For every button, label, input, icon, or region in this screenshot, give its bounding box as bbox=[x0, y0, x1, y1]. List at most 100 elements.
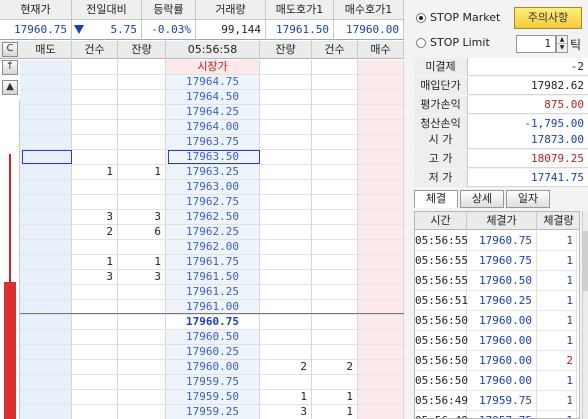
orderbook-row[interactable]: 17959.75 bbox=[20, 375, 404, 390]
price-cell[interactable]: 17959.50 bbox=[166, 390, 260, 405]
buy-order-cell[interactable] bbox=[358, 255, 404, 270]
price-cell[interactable]: 17964.75 bbox=[166, 75, 260, 90]
sell-order-cell[interactable] bbox=[20, 390, 72, 405]
orderbook-row[interactable]: 2 6 17962.25 bbox=[20, 225, 404, 240]
caution-button[interactable]: 주의사항 bbox=[514, 7, 582, 29]
c-button[interactable]: C bbox=[2, 42, 18, 57]
scrollbar-thumb[interactable] bbox=[583, 231, 588, 291]
orderbook-row[interactable]: 3 3 17962.50 bbox=[20, 210, 404, 225]
buy-order-cell[interactable] bbox=[358, 405, 404, 419]
price-cell[interactable]: 17962.75 bbox=[166, 195, 260, 210]
price-cell[interactable]: 17962.50 bbox=[166, 210, 260, 225]
orderbook-row[interactable]: 3 3 17961.50 bbox=[20, 270, 404, 285]
stop-market-radio[interactable] bbox=[416, 13, 426, 23]
sell-order-cell[interactable] bbox=[20, 60, 72, 75]
buy-order-cell[interactable] bbox=[358, 105, 404, 120]
price-cell[interactable]: 17964.50 bbox=[166, 90, 260, 105]
price-cell[interactable]: 17960.75 bbox=[166, 315, 260, 330]
buy-order-cell[interactable] bbox=[358, 120, 404, 135]
buy-order-cell[interactable] bbox=[358, 90, 404, 105]
orderbook-row[interactable]: 17964.25 bbox=[20, 105, 404, 120]
sell-order-cell[interactable] bbox=[20, 120, 72, 135]
orderbook-row[interactable]: 17960.25 bbox=[20, 345, 404, 360]
orderbook-row[interactable]: 17961.25 bbox=[20, 285, 404, 300]
orderbook-row[interactable]: 17963.00 bbox=[20, 180, 404, 195]
price-cell[interactable]: 17961.75 bbox=[166, 255, 260, 270]
price-cell[interactable]: 17960.50 bbox=[166, 330, 260, 345]
orderbook-row[interactable]: 17963.75 bbox=[20, 135, 404, 150]
price-cell[interactable]: 17959.25 bbox=[166, 405, 260, 419]
orderbook-row[interactable]: 시장가 bbox=[20, 60, 404, 75]
orderbook-row[interactable]: 17962.75 bbox=[20, 195, 404, 210]
sell-order-cell[interactable] bbox=[20, 285, 72, 300]
buy-order-cell[interactable] bbox=[358, 60, 404, 75]
orderbook-row[interactable]: 17959.50 1 1 bbox=[20, 390, 404, 405]
orderbook-row[interactable]: 17964.50 bbox=[20, 90, 404, 105]
buy-order-cell[interactable] bbox=[358, 345, 404, 360]
price-cell[interactable]: 17962.00 bbox=[166, 240, 260, 255]
buy-order-cell[interactable] bbox=[358, 135, 404, 150]
orderbook-row[interactable]: 17964.00 bbox=[20, 120, 404, 135]
orderbook-row[interactable]: 1 1 17963.25 bbox=[20, 165, 404, 180]
sell-order-cell[interactable] bbox=[20, 75, 72, 90]
scroll-top-button[interactable]: ▲ bbox=[2, 80, 18, 95]
buy-order-cell[interactable] bbox=[358, 330, 404, 345]
price-cell[interactable]: 17964.25 bbox=[166, 105, 260, 120]
buy-order-cell[interactable] bbox=[358, 285, 404, 300]
price-cell[interactable]: 시장가 bbox=[166, 60, 260, 75]
orderbook-row[interactable]: 17959.25 3 1 bbox=[20, 405, 404, 419]
price-cell[interactable]: 17963.00 bbox=[166, 180, 260, 195]
sell-order-cell[interactable] bbox=[20, 240, 72, 255]
price-cell[interactable]: 17962.25 bbox=[166, 225, 260, 240]
price-cell[interactable]: 17961.50 bbox=[166, 270, 260, 285]
price-cell[interactable]: 17963.75 bbox=[166, 135, 260, 150]
orderbook-row[interactable]: 17962.00 bbox=[20, 240, 404, 255]
buy-order-cell[interactable] bbox=[358, 180, 404, 195]
tick-input[interactable]: 1 bbox=[516, 35, 556, 53]
stepper-down-icon[interactable]: ▼ bbox=[557, 44, 567, 52]
price-cell[interactable]: 17959.75 bbox=[166, 375, 260, 390]
tick-stepper[interactable]: ▲ ▼ bbox=[556, 35, 568, 53]
price-cell[interactable]: 17960.25 bbox=[166, 345, 260, 360]
sell-order-cell[interactable] bbox=[20, 225, 72, 240]
price-cell[interactable]: 17963.50 bbox=[166, 150, 260, 165]
price-cell[interactable]: 17964.00 bbox=[166, 120, 260, 135]
scroll-up-button[interactable]: ↑ bbox=[2, 60, 18, 75]
buy-order-cell[interactable] bbox=[358, 240, 404, 255]
buy-order-cell[interactable] bbox=[358, 210, 404, 225]
stop-limit-radio[interactable] bbox=[416, 38, 426, 48]
fills-scrollbar[interactable] bbox=[582, 211, 588, 419]
buy-order-cell[interactable] bbox=[358, 270, 404, 285]
price-cell[interactable]: 17960.00 bbox=[166, 360, 260, 375]
sell-order-cell[interactable] bbox=[20, 90, 72, 105]
buy-order-cell[interactable] bbox=[358, 315, 404, 330]
buy-order-cell[interactable] bbox=[358, 390, 404, 405]
orderbook-row[interactable]: 17960.75 bbox=[20, 315, 404, 330]
sell-order-cell[interactable] bbox=[20, 165, 72, 180]
sell-order-cell[interactable] bbox=[20, 180, 72, 195]
sell-order-cell[interactable] bbox=[20, 270, 72, 285]
sell-order-cell[interactable] bbox=[20, 210, 72, 225]
buy-order-cell[interactable] bbox=[358, 75, 404, 90]
buy-order-cell[interactable] bbox=[358, 360, 404, 375]
sell-order-cell[interactable] bbox=[20, 105, 72, 120]
orderbook-row[interactable]: 17960.50 bbox=[20, 330, 404, 345]
buy-order-cell[interactable] bbox=[358, 195, 404, 210]
buy-order-cell[interactable] bbox=[358, 225, 404, 240]
orderbook-row[interactable]: 17964.75 bbox=[20, 75, 404, 90]
orderbook-row[interactable]: 1 1 17961.75 bbox=[20, 255, 404, 270]
sell-order-cell[interactable] bbox=[20, 360, 72, 375]
sell-order-cell[interactable] bbox=[20, 135, 72, 150]
buy-order-cell[interactable] bbox=[358, 375, 404, 390]
buy-order-cell[interactable] bbox=[358, 150, 404, 165]
price-cell[interactable]: 17963.25 bbox=[166, 165, 260, 180]
sell-order-cell[interactable] bbox=[20, 195, 72, 210]
sell-order-cell[interactable] bbox=[20, 330, 72, 345]
tab-detail[interactable]: 상세 bbox=[460, 190, 504, 208]
orderbook-row[interactable]: 17963.50 bbox=[20, 150, 404, 165]
sell-order-cell[interactable] bbox=[20, 150, 72, 165]
stepper-up-icon[interactable]: ▲ bbox=[557, 36, 567, 44]
sell-order-cell[interactable] bbox=[20, 375, 72, 390]
tab-fills[interactable]: 체결 bbox=[414, 190, 458, 208]
sell-order-cell[interactable] bbox=[20, 345, 72, 360]
